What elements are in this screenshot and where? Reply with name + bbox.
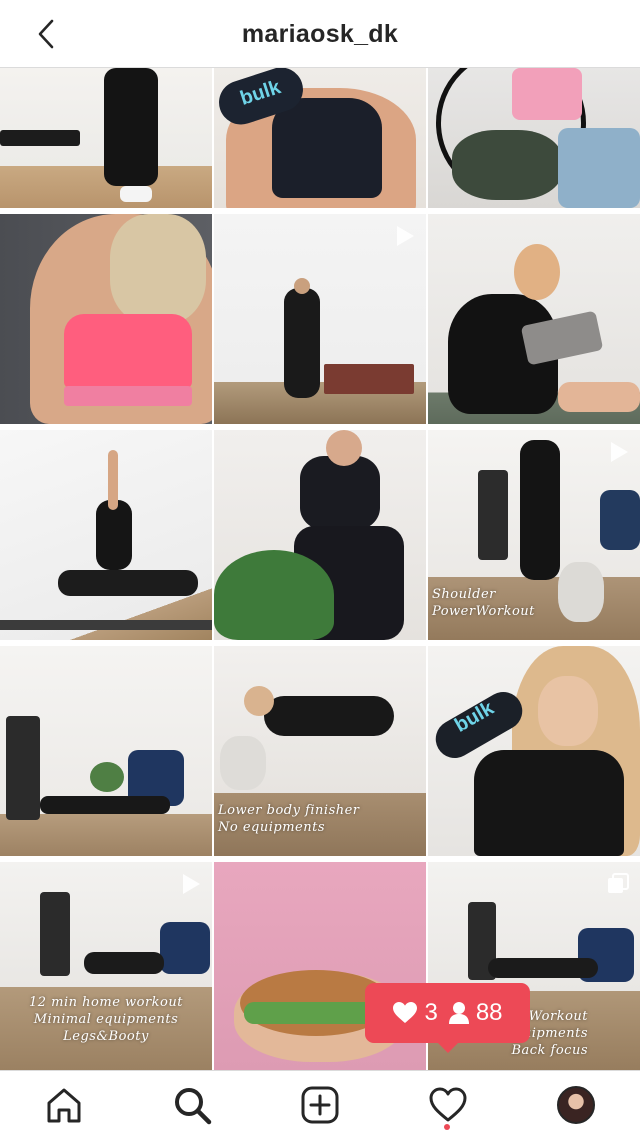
post-thumbnail-detail [58,570,198,596]
post-thumbnail-detail [264,696,394,736]
post-tile[interactable]: bulk [428,646,640,856]
post-thumbnail-detail [538,676,598,746]
post-thumbnail-detail [40,892,70,976]
post-thumbnail-detail [284,288,320,398]
post-tile[interactable] [0,68,212,208]
post-thumbnail-detail [512,68,582,120]
heart-icon [393,1002,418,1023]
video-icon [608,440,630,469]
post-thumbnail-detail [6,716,40,820]
post-thumbnail-detail [324,364,414,394]
post-thumbnail-detail [600,490,640,550]
post-caption-overlay: 12 min home workout Minimal equipments L… [29,995,183,1044]
bottom-tab-bar [0,1070,640,1138]
post-thumbnail-detail [110,214,206,324]
new-post-icon [301,1086,339,1124]
post-thumbnail-detail [90,762,124,792]
post-thumbnail-detail [452,130,562,200]
post-thumbnail-detail [220,736,266,790]
post-thumbnail-detail [104,68,158,186]
post-thumbnail-detail [520,440,560,580]
tab-home[interactable] [42,1083,86,1127]
posts-grid: bulk Shoulder PowerWorkout Lower body fi… [0,68,640,1070]
post-tile[interactable]: 12 min home workout Minimal equipments L… [0,862,212,1070]
post-thumbnail-detail [294,278,310,294]
tab-new-post[interactable] [298,1083,342,1127]
post-tile[interactable] [214,214,426,424]
post-thumbnail-detail [96,500,132,570]
post-thumbnail-detail [214,550,334,640]
carousel-icon [606,872,630,901]
post-thumbnail-detail [0,130,80,146]
post-thumbnail-detail [478,470,508,560]
post-thumbnail-detail [40,796,170,814]
activity-notification-popup[interactable]: 3 88 [365,983,530,1053]
likes-count-group: 3 [392,999,438,1027]
tab-profile[interactable] [554,1083,598,1127]
post-thumbnail-detail [474,750,624,856]
post-thumbnail-detail [108,450,118,510]
post-thumbnail-detail [326,430,362,466]
post-tile[interactable] [0,214,212,424]
top-bar: mariaosk_dk [0,0,640,68]
post-thumbnail-detail [64,314,192,388]
post-caption-overlay: Lower body finisher No equipments [218,803,360,835]
activity-indicator-dot [444,1124,450,1130]
post-thumbnail-detail [120,186,152,202]
post-tile[interactable] [0,430,212,640]
post-thumbnail-detail [64,386,192,406]
video-icon [394,224,416,253]
tab-activity[interactable] [426,1083,470,1127]
post-tile[interactable] [428,214,640,424]
post-thumbnail-detail [160,922,210,974]
post-thumbnail-detail [558,128,640,208]
post-thumbnail-detail [488,958,598,978]
post-thumbnail-detail [514,244,560,300]
person-icon [448,1002,469,1024]
profile-avatar [557,1086,595,1124]
post-thumbnail-detail [272,98,382,198]
search-icon [175,1088,212,1125]
activity-heart-icon [429,1087,467,1122]
post-tile[interactable] [214,430,426,640]
post-thumbnail-detail [300,456,380,530]
tab-search[interactable] [170,1083,214,1127]
post-thumbnail-detail [244,686,274,716]
profile-username: mariaosk_dk [241,20,399,48]
followers-count: 88 [475,999,503,1026]
video-icon [180,872,202,901]
post-tile[interactable]: Lower body finisher No equipments [214,646,426,856]
post-thumbnail-detail [558,382,640,412]
post-tile[interactable] [428,68,640,208]
post-thumbnail-detail [0,620,212,630]
post-thumbnail-detail [84,952,164,974]
post-caption-overlay: Shoulder PowerWorkout [432,587,535,619]
post-tile[interactable]: bulk [214,68,426,208]
home-icon [47,1088,81,1123]
likes-count: 3 [424,999,438,1026]
followers-count-group: 88 [448,999,503,1027]
post-tile[interactable]: Shoulder PowerWorkout [428,430,640,640]
post-tile[interactable] [0,646,212,856]
